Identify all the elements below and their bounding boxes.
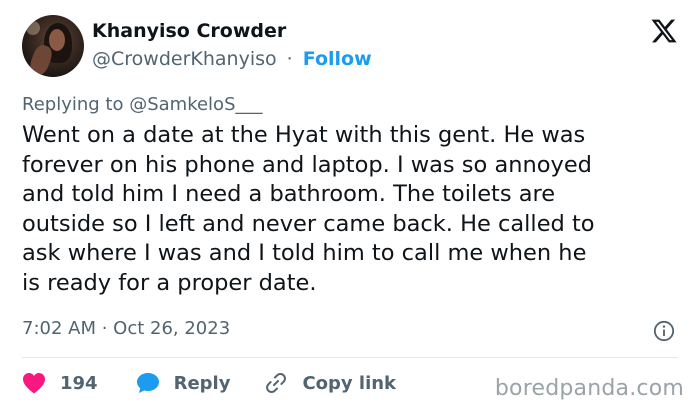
copy-link-button[interactable]: Copy link [264,371,396,395]
heart-icon [23,373,45,394]
reply-button[interactable]: Reply [136,372,231,394]
avatar-light [26,21,40,35]
x-logo-icon[interactable] [650,17,678,45]
reply-label: Reply [173,372,231,394]
follow-button[interactable]: Follow [303,48,372,70]
watermark: boredpanda.com [494,376,684,401]
avatar-face [49,29,65,51]
link-icon [266,372,287,394]
handle-separator: · [286,48,293,70]
tweet-timestamp[interactable]: 7:02 AM · Oct 26, 2023 [22,318,230,339]
replying-to-prefix: Replying to [22,94,130,115]
avatar-arm [27,42,55,77]
author-display-name[interactable]: Khanyiso Crowder [92,20,286,42]
author-handle[interactable]: @CrowderKhanyiso [92,48,277,70]
like-count: 194 [60,372,98,394]
author-handle-row: @CrowderKhanyiso · Follow [92,48,372,70]
like-button[interactable]: 194 [22,372,98,394]
copy-link-label: Copy link [302,372,397,394]
replying-to-mention[interactable]: @SamkeloS___ [129,94,262,115]
divider [22,357,678,358]
speech-bubble-icon [136,373,159,393]
avatar[interactable] [22,15,84,77]
info-icon[interactable] [653,320,675,342]
action-bar: 194 Reply Copy link [22,369,396,397]
replying-to: Replying to @SamkeloS___ [22,94,263,115]
tweet-text: Went on a date at the Hyat with this gen… [22,122,595,296]
